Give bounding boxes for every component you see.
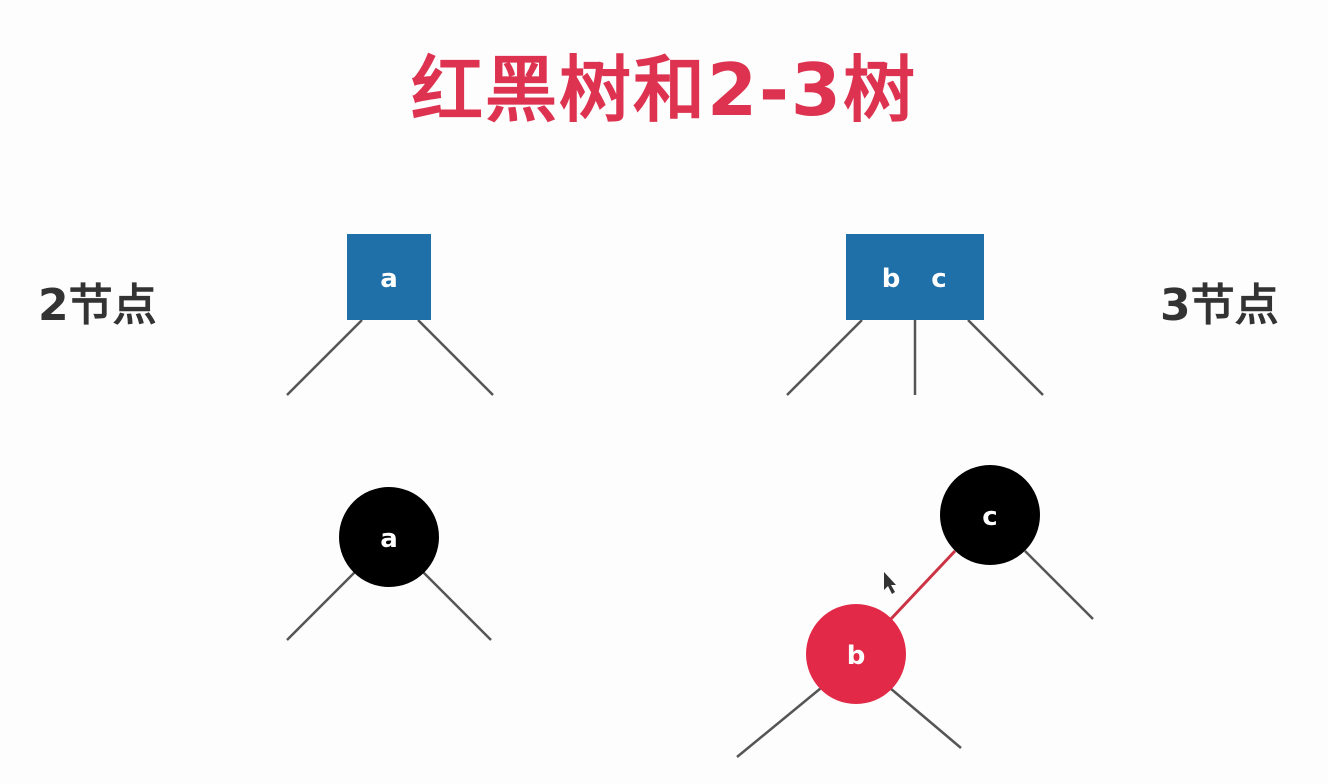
two-three-2node: a (286, 234, 494, 396)
two-node-right-edge (417, 319, 494, 396)
two-node-left-edge (286, 319, 363, 396)
three-node-key-right: c (931, 264, 946, 294)
two-node-key: a (380, 264, 398, 294)
rb-node-a-key: a (380, 524, 398, 554)
rb-node-c-key: c (982, 502, 997, 532)
rb-a-right-edge (422, 571, 492, 641)
mouse-cursor-icon (884, 572, 896, 594)
tree-diagram: a b c a c b (286, 234, 1094, 758)
rb-3node: c b (736, 465, 1094, 758)
three-node-box (846, 234, 984, 320)
rb-b-right-edge (889, 687, 962, 749)
rb-a-left-edge (286, 571, 356, 641)
rb-node-b-key: b (847, 641, 866, 671)
rb-b-left-edge (736, 687, 822, 758)
three-node-right-edge (967, 319, 1044, 396)
rb-c-right-edge (1024, 550, 1094, 620)
slide: 红黑树和2-3树 2节点 3节点 a b c a c b (0, 0, 1328, 784)
three-node-left-edge (786, 319, 863, 396)
two-three-3node: b c (786, 234, 1044, 396)
rb-2node: a (286, 487, 492, 641)
three-node-key-left: b (882, 264, 901, 294)
rb-red-link (888, 549, 957, 622)
